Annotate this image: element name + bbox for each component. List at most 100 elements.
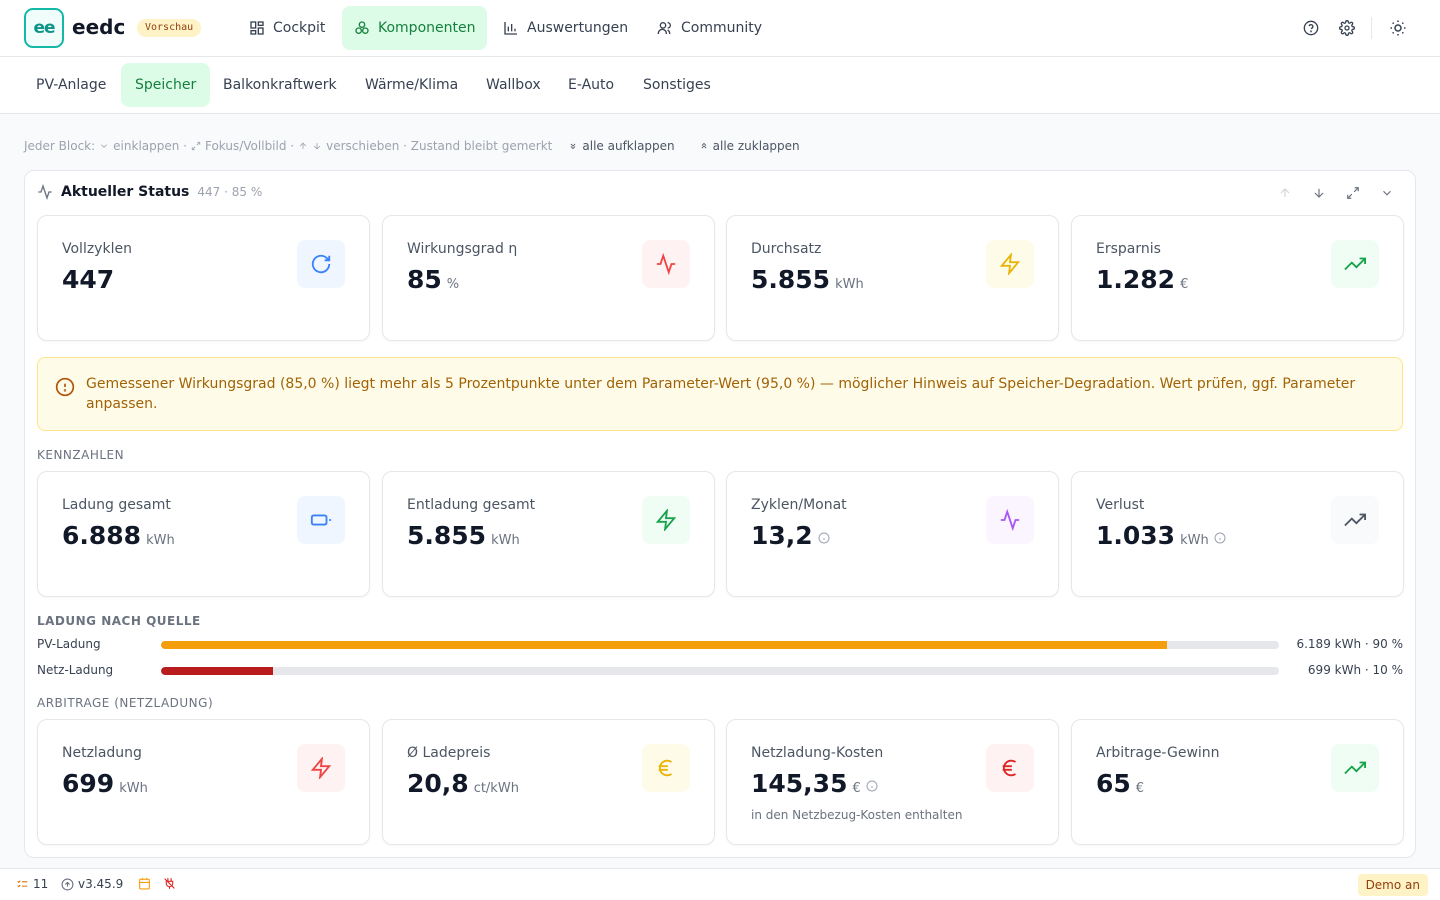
fullscreen-button[interactable] [1344, 184, 1362, 202]
card-value: 447 [62, 265, 114, 294]
card-label: Netzladung [62, 745, 142, 761]
calendar-icon [139, 878, 150, 890]
zap-icon [655, 509, 677, 531]
bar-label: PV-Ladung [37, 637, 101, 651]
hint-prefix: Jeder Block: [24, 139, 96, 153]
version-indicator[interactable]: v3.45.9 [61, 877, 123, 891]
zap-icon [310, 757, 332, 779]
card-number: 5.855 [751, 265, 831, 294]
card-icon-box [1331, 240, 1379, 288]
panel-meta: 447 · 85 % [197, 185, 263, 199]
trending-up-icon [1344, 257, 1366, 271]
arrow-down-icon [1314, 188, 1324, 198]
info-icon[interactable] [818, 532, 830, 544]
card-value: 85% [407, 265, 459, 294]
collapse-all-button[interactable]: alle zuklappen [713, 139, 800, 153]
nav-komponenten[interactable]: Komponenten [342, 6, 488, 50]
tasks-indicator[interactable]: 11 [16, 877, 48, 891]
tab-speicher[interactable]: Speicher [121, 63, 211, 107]
toolbar-divider [1371, 17, 1372, 39]
euro-icon [1002, 759, 1017, 777]
card-unit: ct/kWh [473, 781, 519, 796]
card-number: 6.888 [62, 521, 142, 550]
expand-all-button[interactable]: alle aufklappen [582, 139, 674, 153]
card-unit: € [1135, 781, 1145, 796]
card-number: 1.282 [1096, 265, 1176, 294]
trending-up-icon [1344, 513, 1366, 527]
collapse-button[interactable] [1378, 184, 1396, 202]
settings-icon [1339, 20, 1355, 36]
chevron-down-icon [101, 144, 107, 148]
sun-icon [1390, 20, 1406, 36]
panel-header[interactable]: Aktueller Status 447 · 85 % [37, 184, 262, 200]
tasks-count: 11 [33, 877, 49, 891]
connection-status[interactable] [163, 877, 176, 890]
logo-text: ee [33, 18, 55, 38]
card-icon-box [642, 240, 690, 288]
card-label: Wirkungsgrad η [407, 241, 518, 257]
card-number: 447 [62, 265, 115, 294]
component-tabs: PV-Anlage Speicher Balkonkraftwerk Wärme… [0, 57, 1440, 114]
card-value: 65 € [1096, 769, 1144, 798]
tab-e-auto[interactable]: E-Auto [554, 63, 628, 107]
arrow-up-circle-icon [61, 878, 74, 890]
move-up-button[interactable] [1276, 184, 1294, 202]
nav-label: Auswertungen [527, 20, 629, 36]
info-icon[interactable] [1214, 532, 1226, 544]
warning-text: Gemessener Wirkungsgrad (85,0 %) liegt m… [86, 376, 1356, 412]
card-number: 20,8 [407, 769, 469, 798]
stat-card-netzladung: Netzladung 699 kWh [37, 719, 370, 845]
status-panel: Aktueller Status 447 · 85 % Vollzyklen 4… [24, 170, 1416, 858]
stat-card-ladung-gesamt: Ladung gesamt 6.888 kWh [37, 471, 370, 597]
card-subtext: in den Netzbezug-Kosten enthalten [751, 808, 963, 822]
card-number: 13,2 [751, 521, 813, 550]
preview-badge: Vorschau [137, 19, 202, 37]
users-icon [657, 22, 671, 34]
card-label: Vollzyklen [62, 241, 132, 257]
tab-wallbox[interactable]: Wallbox [472, 63, 555, 107]
card-number: 85 [407, 265, 442, 294]
stat-card-wirkungsgrad: Wirkungsgrad η 85% [382, 215, 715, 341]
card-number: 699 [62, 769, 115, 798]
tab-balkonkraftwerk[interactable]: Balkonkraftwerk [209, 63, 351, 107]
nav-cockpit[interactable]: Cockpit [237, 6, 337, 50]
dashboard-icon [250, 21, 264, 35]
info-icon[interactable] [866, 780, 878, 792]
arrow-up-icon [299, 142, 307, 149]
nav-label: Community [681, 20, 763, 36]
card-value: 13,2 [751, 521, 830, 550]
nav-community[interactable]: Community [645, 6, 774, 50]
section-ladung-nach-quelle: LADUNG NACH QUELLE [37, 614, 201, 628]
brand-name[interactable]: eedc [72, 15, 125, 39]
demo-toggle[interactable]: Demo an [1357, 874, 1428, 896]
maximize-icon [1347, 187, 1359, 199]
card-number: 145,35 [751, 769, 848, 798]
components-icon [355, 21, 369, 34]
move-down-button[interactable] [1310, 184, 1328, 202]
source-bar-pv: PV-Ladung 6.189 kWh · 90 % [37, 635, 1403, 655]
bar-fill [161, 667, 273, 675]
hint-move: verschieben · Zustand bleibt gemerkt [326, 139, 553, 153]
calendar-status[interactable] [138, 877, 151, 890]
hint-collapse: einklappen · [113, 139, 187, 153]
app-logo[interactable]: ee [24, 8, 64, 48]
zap-icon [999, 253, 1021, 275]
settings-button[interactable] [1336, 17, 1358, 39]
chevron-down-icon [1383, 190, 1391, 196]
theme-toggle[interactable] [1387, 17, 1409, 39]
help-button[interactable] [1300, 17, 1322, 39]
tab-waerme-klima[interactable]: Wärme/Klima [351, 63, 472, 107]
bar-fill [161, 641, 1168, 649]
tab-pv-anlage[interactable]: PV-Anlage [22, 63, 120, 107]
stat-card-zyklen-monat: Zyklen/Monat 13,2 [726, 471, 1059, 597]
activity-icon [656, 253, 676, 275]
card-unit: % [446, 277, 460, 292]
nav-auswertungen[interactable]: Auswertungen [491, 6, 640, 50]
battery-icon [310, 514, 332, 526]
card-unit: kWh [835, 277, 864, 292]
card-value: 5.855 kWh [751, 265, 864, 294]
arrow-up-icon [1280, 188, 1290, 198]
bar-value: 699 kWh · 10 % [1307, 663, 1403, 677]
tab-sonstiges[interactable]: Sonstiges [629, 63, 725, 107]
nav-label: Komponenten [378, 20, 476, 36]
